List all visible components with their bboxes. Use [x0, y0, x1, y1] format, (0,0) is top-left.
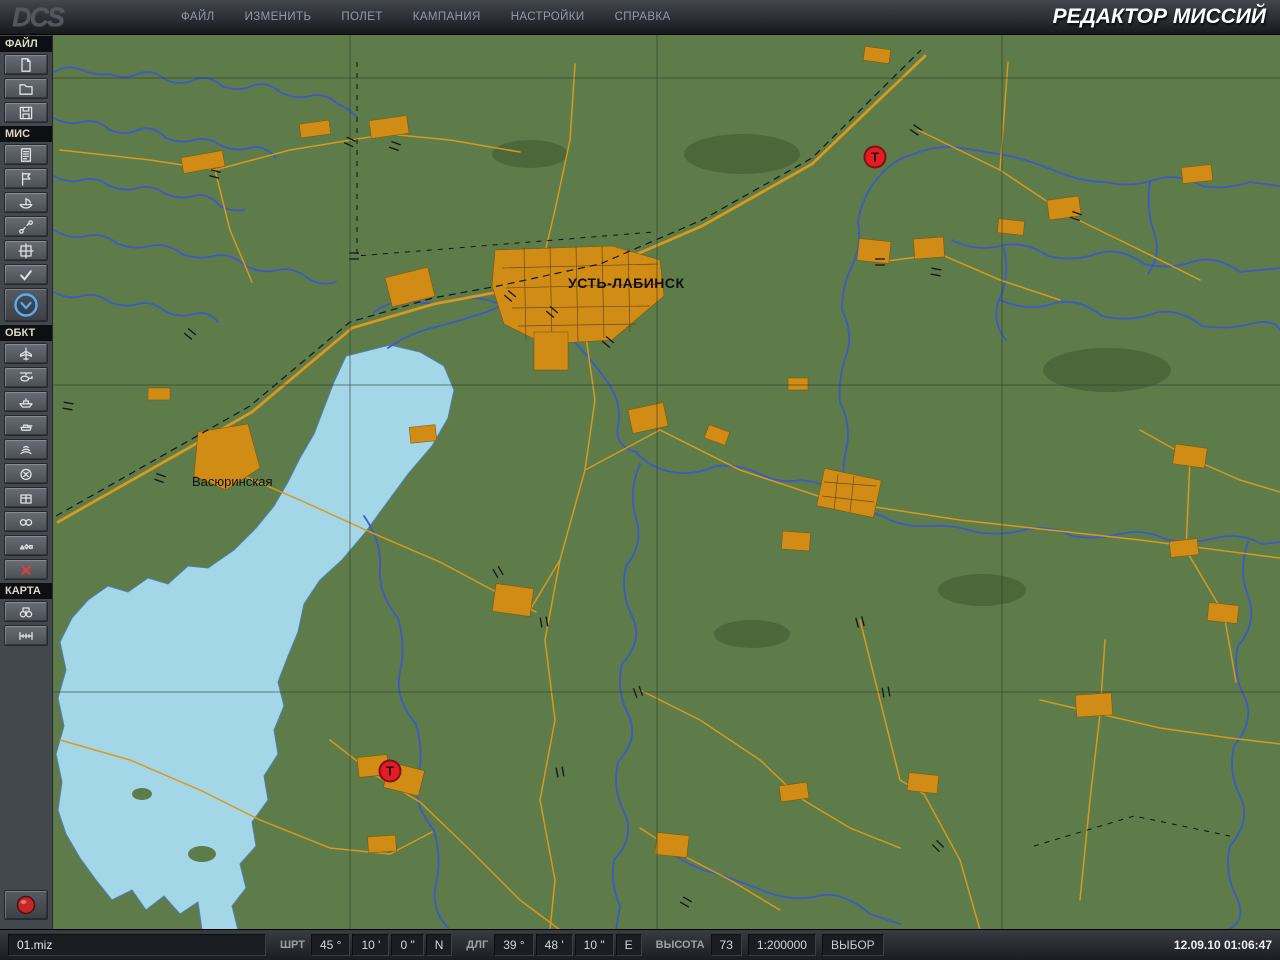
red-sphere-icon: [15, 894, 37, 916]
ruler-icon: [18, 628, 34, 644]
toolbar-button-document[interactable]: [4, 144, 48, 165]
check-icon: [18, 267, 34, 283]
toolbar-button-route[interactable]: [4, 216, 48, 237]
tool-sidebar: ФАЙЛ МИС: [0, 34, 53, 930]
menu-file[interactable]: ФАЙЛ: [181, 11, 215, 23]
toolbar-button-templates[interactable]: [4, 535, 48, 556]
filename-field: 01.miz: [8, 934, 266, 956]
altitude-label: ВЫСОТА: [656, 939, 705, 951]
city-label-ust-labinsk: УСТЬ-ЛАБИНСК: [568, 275, 685, 291]
map-canvas[interactable]: УСТЬ-ЛАБИНСК Васюринская Т Т: [52, 34, 1280, 930]
map-scale-field[interactable]: 1:200000: [748, 934, 816, 956]
signal-waves-icon: [18, 442, 34, 458]
section-file: ФАЙЛ: [0, 36, 52, 52]
map-marker-south[interactable]: Т: [380, 761, 401, 782]
toolbar-button-find[interactable]: [4, 601, 48, 622]
ship-icon: [18, 394, 34, 410]
route-icon: [18, 219, 34, 235]
cargo-box-icon: [18, 490, 34, 506]
lat-label: ШРТ: [280, 939, 305, 951]
binoculars-icon: [18, 604, 34, 620]
flag-icon: [18, 171, 34, 187]
open-mission-button[interactable]: [4, 78, 48, 99]
section-mission: МИС: [0, 126, 52, 142]
lon-sec-field[interactable]: 10 ": [575, 934, 614, 956]
dcs-logo: DCS: [12, 2, 63, 33]
lon-min-field[interactable]: 48 ': [536, 934, 573, 956]
svg-text:Т: Т: [386, 764, 394, 779]
new-mission-button[interactable]: [4, 54, 48, 75]
datetime-display: 12.09.10 01:06:47: [1174, 938, 1272, 952]
menu-edit[interactable]: ИЗМЕНИТЬ: [245, 11, 312, 23]
select-button[interactable]: ВЫБОР: [822, 934, 884, 956]
map-marker-north[interactable]: Т: [865, 147, 886, 168]
toolbar-button-ship[interactable]: [4, 391, 48, 412]
lon-label: ДЛГ: [466, 939, 488, 951]
lon-fields: 39 ° 48 ' 10 " E: [494, 934, 641, 956]
section-objects: ОБКТ: [0, 325, 52, 341]
save-mission-button[interactable]: [4, 102, 48, 123]
toolbar-button-air-defense[interactable]: [4, 439, 48, 460]
section-map: КАРТА: [0, 583, 52, 599]
save-icon: [18, 105, 34, 121]
lat-min-field[interactable]: 10 ': [352, 934, 389, 956]
circle-chevron-down-icon: [11, 291, 41, 319]
town-label-vasyurinskaya: Васюринская: [192, 474, 273, 489]
toolbar-button-static[interactable]: [4, 487, 48, 508]
menu-campaign[interactable]: КАМПАНИЯ: [413, 11, 481, 23]
toolbar-button-zoom[interactable]: [4, 288, 48, 322]
new-file-icon: [18, 57, 34, 73]
tank-icon: [18, 418, 34, 434]
circle-x-icon: [18, 466, 34, 482]
lat-fields: 45 ° 10 ' 0 " N: [311, 934, 452, 956]
page-title: РЕДАКТОР МИССИЙ: [1053, 5, 1266, 29]
lat-deg-field[interactable]: 45 °: [311, 934, 350, 956]
altitude-field[interactable]: 73: [711, 934, 742, 956]
toolbar-button-delete[interactable]: [4, 559, 48, 580]
menu-bar: DCS ФАЙЛ ИЗМЕНИТЬ ПОЛЕТ КАМПАНИЯ НАСТРОЙ…: [0, 0, 1280, 35]
shapes-icon: [18, 538, 34, 554]
main-menu: ФАЙЛ ИЗМЕНИТЬ ПОЛЕТ КАМПАНИЯ НАСТРОЙКИ С…: [181, 11, 671, 23]
open-folder-icon: [18, 81, 34, 97]
toolbar-button-airplane[interactable]: [4, 343, 48, 364]
lon-deg-field[interactable]: 39 °: [494, 934, 533, 956]
rings-icon: [18, 514, 34, 530]
svg-text:Т: Т: [871, 150, 879, 165]
lat-sec-field[interactable]: 0 ": [391, 934, 423, 956]
mission-editor-window: DCS ФАЙЛ ИЗМЕНИТЬ ПОЛЕТ КАМПАНИЯ НАСТРОЙ…: [0, 0, 1280, 960]
grid-cross-icon: [18, 243, 34, 259]
toolbar-button-check[interactable]: [4, 264, 48, 285]
menu-settings[interactable]: НАСТРОЙКИ: [511, 11, 585, 23]
helicopter-icon: [18, 370, 34, 386]
toolbar-button-boat[interactable]: [4, 192, 48, 213]
toolbar-button-vehicle[interactable]: [4, 415, 48, 436]
map-area: УСТЬ-ЛАБИНСК Васюринская Т Т: [52, 34, 1280, 930]
toolbar-button-measure[interactable]: [4, 625, 48, 646]
airplane-icon: [18, 346, 34, 362]
status-bar: 01.miz ШРТ 45 ° 10 ' 0 " N ДЛГ 39 ° 48 '…: [0, 929, 1280, 960]
filename-text: 01.miz: [17, 938, 52, 952]
menu-flight[interactable]: ПОЛЕТ: [341, 11, 382, 23]
toolbar-button-helicopter[interactable]: [4, 367, 48, 388]
boat-icon: [18, 195, 34, 211]
menu-help[interactable]: СПРАВКА: [615, 11, 671, 23]
toolbar-button-flag[interactable]: [4, 168, 48, 189]
red-x-icon: [18, 562, 34, 578]
document-icon: [18, 147, 34, 163]
toolbar-button-record[interactable]: [4, 890, 48, 920]
toolbar-button-grid[interactable]: [4, 240, 48, 261]
toolbar-button-exclusion[interactable]: [4, 463, 48, 484]
lon-hemisphere-field[interactable]: E: [616, 934, 642, 956]
toolbar-button-zones[interactable]: [4, 511, 48, 532]
lat-hemisphere-field[interactable]: N: [426, 934, 453, 956]
